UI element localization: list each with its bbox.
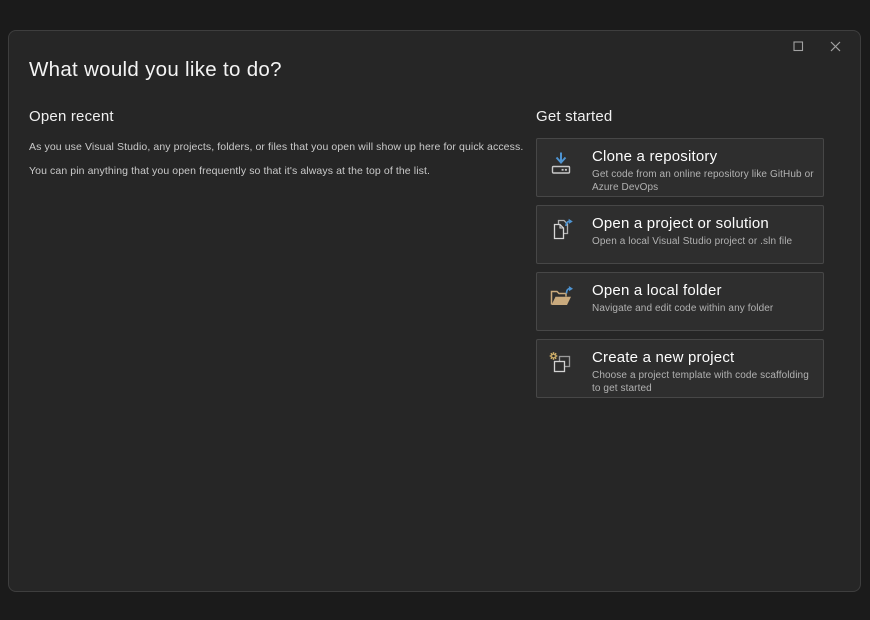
clone-repository-icon (548, 147, 576, 181)
open-recent-hint-line1: As you use Visual Studio, any projects, … (29, 141, 529, 153)
maximize-button[interactable] (787, 36, 809, 57)
action-description: Choose a project template with code scaf… (592, 369, 815, 395)
desktop-background: { "window": { "title": "What would you l… (0, 0, 870, 620)
maximize-icon (793, 41, 804, 52)
open-recent-hint-line2: You can pin anything that you open frequ… (29, 165, 529, 177)
action-description: Navigate and edit code within any folder (592, 302, 773, 315)
open-folder-button[interactable]: Open a local folder Navigate and edit co… (536, 272, 824, 331)
close-icon (830, 41, 841, 52)
open-recent-section: Open recent As you use Visual Studio, an… (29, 108, 529, 189)
close-button[interactable] (824, 36, 846, 57)
action-label: Open a project or solution (592, 214, 792, 233)
get-started-heading: Get started (536, 108, 824, 125)
action-description: Get code from an online repository like … (592, 168, 815, 194)
get-started-section: Get started Clone a repository Get code … (536, 108, 824, 406)
open-project-icon (548, 214, 576, 248)
action-label: Clone a repository (592, 147, 815, 166)
action-label: Create a new project (592, 348, 815, 367)
start-window: What would you like to do? Open recent A… (8, 30, 861, 592)
open-recent-heading: Open recent (29, 108, 529, 125)
open-recent-empty-state: As you use Visual Studio, any projects, … (29, 141, 529, 177)
open-project-button[interactable]: Open a project or solution Open a local … (536, 205, 824, 264)
new-project-button[interactable]: Create a new project Choose a project te… (536, 339, 824, 398)
action-description: Open a local Visual Studio project or .s… (592, 235, 792, 248)
new-project-icon (548, 348, 576, 382)
clone-repository-button[interactable]: Clone a repository Get code from an onli… (536, 138, 824, 197)
action-label: Open a local folder (592, 281, 773, 300)
title-bar[interactable] (9, 31, 860, 57)
open-folder-icon (548, 281, 576, 315)
page-title: What would you like to do? (29, 58, 282, 82)
